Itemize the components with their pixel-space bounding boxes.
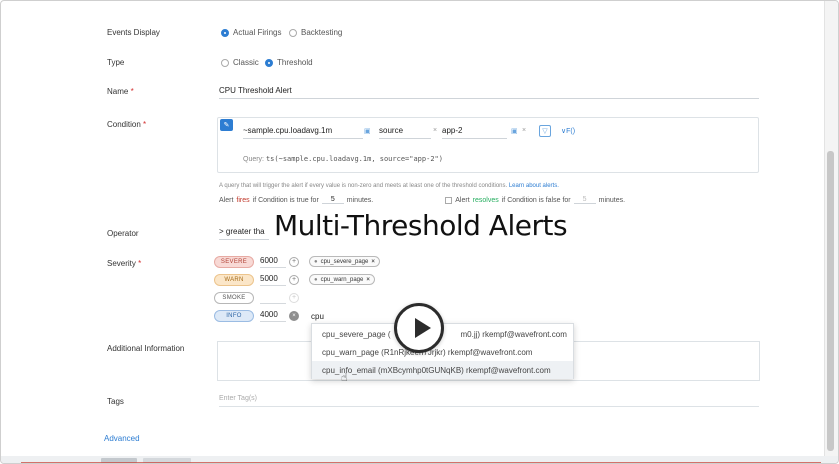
metric-browser-icon[interactable]: ▣ (364, 127, 371, 135)
fires-word: fires (236, 196, 250, 204)
tags-input[interactable]: Enter Tag(s) (219, 395, 759, 407)
severity-threshold-input[interactable]: 5000 (260, 274, 286, 286)
severity-tag-info: INFO (214, 310, 254, 322)
query-text: ts(~sample.cpu.loadavg.1m, source="app-2… (265, 155, 443, 163)
target-chip-label: cpu_severe_page (320, 258, 369, 265)
target-search-input[interactable]: cpu (311, 312, 324, 321)
radio-unselected-icon (221, 58, 229, 67)
close-icon[interactable]: × (289, 311, 299, 321)
fires-pre: Alert (219, 196, 234, 204)
target-type-icon: ● (314, 258, 318, 265)
radio-actual-firings-label: Actual Firings (233, 28, 282, 37)
suggestion-label: cpu_severe_page ( (322, 329, 391, 339)
resolves-post: if Condition is false for (501, 196, 571, 204)
remove-chip-icon[interactable]: × (371, 259, 375, 265)
severity-label-text: Severity (107, 259, 136, 268)
filter-separator-icon: × (433, 127, 438, 134)
add-target-icon[interactable]: + (289, 257, 299, 267)
resolves-minutes-label: minutes. (598, 196, 626, 204)
learn-about-alerts-link[interactable]: Learn about alerts. (509, 183, 559, 189)
radio-backtesting-label: Backtesting (301, 28, 343, 37)
suggestion-item[interactable]: cpu_warn_page (R1nRjkeen7Jrjkr) rkempf@w… (312, 343, 573, 361)
filter-browser-icon[interactable]: ▣ (511, 127, 518, 135)
scrollbar-thumb[interactable] (827, 151, 834, 451)
name-label-text: Name (107, 87, 129, 96)
suggestion-label-tail: m0.jj) rkempf@wavefront.com (460, 329, 567, 339)
video-title-overlay: Multi-Threshold Alerts (273, 209, 568, 242)
remove-chip-icon[interactable]: × (366, 277, 370, 283)
type-label: Type (107, 58, 125, 67)
radio-classic-label: Classic (233, 58, 259, 67)
target-type-icon: ● (314, 276, 318, 283)
metric-input[interactable]: ~sample.cpu.loadavg.1m (243, 123, 363, 139)
resolves-pre: Alert (455, 196, 470, 204)
name-input[interactable]: CPU Threshold Alert (219, 83, 759, 99)
additional-info-label: Additional Information (107, 344, 185, 353)
remove-filter-icon[interactable]: × (522, 127, 526, 134)
severity-tag-warn: WARN (214, 274, 254, 286)
severity-label: Severity * (107, 259, 141, 268)
severity-tag-severe: SEVERE (214, 256, 254, 268)
name-label: Name * (107, 87, 134, 96)
severity-threshold-input[interactable] (260, 292, 286, 304)
add-target-icon[interactable]: + (289, 275, 299, 285)
alert-editor-window: Events Display Actual Firings Backtestin… (0, 0, 839, 464)
resolves-word: resolves (472, 196, 499, 204)
tags-label: Tags (107, 397, 124, 406)
pointer-cursor-icon: ☝ (341, 372, 348, 384)
filter-value-input[interactable]: app-2 (442, 123, 507, 139)
severity-threshold-input[interactable]: 6000 (260, 256, 286, 268)
query-preview: Query: ts(~sample.cpu.loadavg.1m, source… (243, 155, 443, 163)
condition-hint: A query that will trigger the alert if e… (219, 183, 559, 189)
condition-label-text: Condition (107, 120, 141, 129)
severity-tag-smoke: SMOKE (214, 292, 254, 304)
filter-icon[interactable]: ▽ (539, 125, 551, 137)
required-mark: * (138, 259, 142, 268)
minutes-label: minutes. (346, 196, 374, 204)
suggestion-item-highlighted[interactable]: cpu_info_email (mXBcymhp0tGUNqKB) rkempf… (312, 361, 573, 379)
radio-selected-icon (265, 58, 273, 67)
target-chip: ● cpu_severe_page × (309, 256, 380, 267)
radio-backtesting[interactable]: Backtesting (289, 28, 342, 37)
condition-label: Condition * (107, 120, 146, 129)
target-chip: ● cpu_warn_page × (309, 274, 375, 285)
severity-threshold-input[interactable]: 4000 (260, 310, 286, 322)
function-menu-button[interactable]: ∨F() (561, 127, 575, 135)
resolves-minutes-input[interactable]: 5 (573, 196, 596, 204)
target-chip-label: cpu_warn_page (320, 276, 364, 283)
required-mark: * (130, 87, 134, 96)
filter-key-input[interactable]: source (379, 123, 431, 139)
radio-threshold[interactable]: Threshold (265, 58, 313, 67)
add-target-icon[interactable]: + (289, 293, 299, 303)
play-button[interactable] (394, 303, 444, 353)
advanced-link[interactable]: Advanced (104, 434, 140, 443)
radio-actual-firings[interactable]: Actual Firings (221, 28, 281, 37)
fires-row: Alert fires if Condition is true for 5 m… (219, 196, 625, 204)
resolves-checkbox[interactable] (445, 196, 453, 204)
required-mark: * (143, 120, 147, 129)
radio-threshold-label: Threshold (277, 58, 313, 67)
query-prefix: Query: (243, 156, 265, 163)
fires-post: if Condition is true for (252, 196, 319, 204)
events-display-label: Events Display (107, 28, 160, 37)
edit-icon[interactable]: ✎ (220, 119, 233, 131)
fires-minutes-input[interactable]: 5 (321, 196, 344, 204)
condition-hint-text: A query that will trigger the alert if e… (219, 183, 508, 189)
radio-classic[interactable]: Classic (221, 58, 259, 67)
radio-selected-icon (221, 28, 229, 37)
radio-unselected-icon (289, 28, 297, 37)
